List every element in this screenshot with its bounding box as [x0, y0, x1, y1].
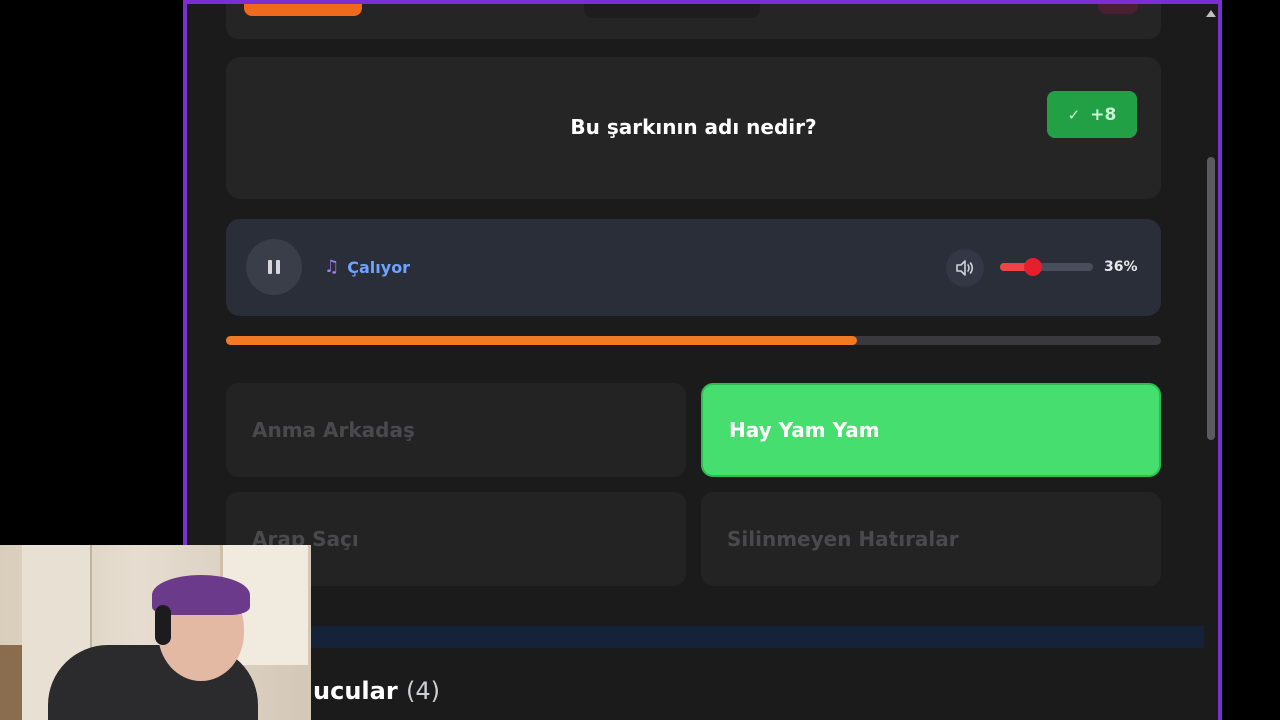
section-divider [187, 626, 1218, 648]
scroll-up-icon[interactable] [1206, 10, 1216, 17]
score-value: +8 [1090, 104, 1117, 125]
players-count: (4) [406, 677, 441, 705]
volume-percent: 36% [1104, 259, 1138, 275]
scrollbar[interactable] [1204, 4, 1218, 720]
speaker-icon [956, 260, 974, 276]
players-heading-label: ucular [313, 677, 398, 705]
answer-label: Anma Arkadaş [252, 418, 415, 442]
music-note-icon: ♫ [324, 257, 340, 277]
app-window: Bu şarkının adı nedir? ✓ +8 ♫ Çalıyor 36… [183, 0, 1222, 720]
mute-button[interactable] [946, 249, 984, 287]
pause-icon [268, 260, 272, 274]
answer-option-4[interactable]: Silinmeyen Hatıralar [701, 492, 1161, 586]
scrollbar-thumb[interactable] [1207, 157, 1215, 440]
headset-icon [155, 605, 171, 645]
answer-option-1[interactable]: Anma Arkadaş [226, 383, 686, 477]
score-badge: ✓ +8 [1047, 91, 1137, 138]
players-heading: ucular (4) [313, 677, 440, 705]
audio-player: ♫ Çalıyor 36% [226, 219, 1161, 316]
pause-button[interactable] [246, 239, 302, 295]
song-progress-bar [226, 336, 1161, 345]
song-progress-fill [226, 336, 858, 345]
volume-slider[interactable] [1000, 258, 1093, 276]
playing-label: Çalıyor [347, 257, 411, 277]
webcam-overlay [0, 545, 311, 720]
header-orange-button[interactable] [244, 4, 362, 16]
header-right-button[interactable] [1098, 4, 1138, 14]
header-center-pill [584, 4, 760, 18]
webcam-background-shelf [0, 645, 22, 720]
pause-icon [276, 260, 280, 274]
check-icon: ✓ [1067, 105, 1081, 124]
playing-status: ♫ Çalıyor [324, 257, 410, 277]
answer-label: Silinmeyen Hatıralar [727, 527, 959, 551]
answer-label: Hay Yam Yam [729, 418, 880, 442]
header-card [226, 4, 1161, 39]
question-text: Bu şarkının adı nedir? [570, 115, 817, 139]
question-card: Bu şarkının adı nedir? ✓ +8 [226, 57, 1161, 199]
answer-option-2[interactable]: Hay Yam Yam [701, 383, 1161, 477]
volume-handle[interactable] [1024, 258, 1043, 276]
